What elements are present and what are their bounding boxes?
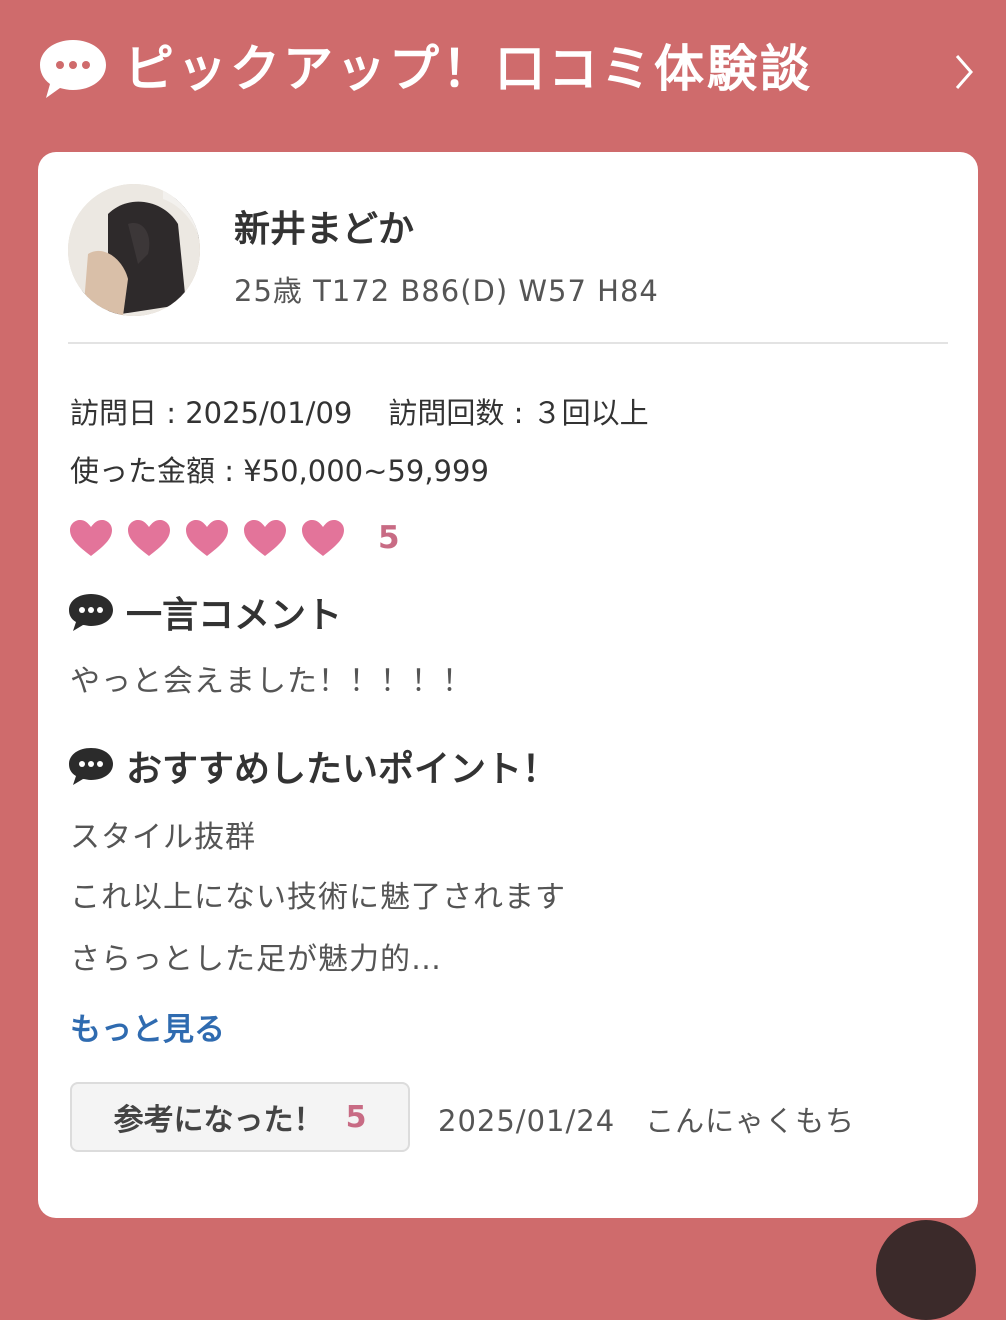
points-line: さらっとした足が魅力的… [70,942,442,977]
helpful-label: 参考になった！ [113,1103,324,1138]
visit-date: 訪問日 : 2025/01/09 [70,396,353,430]
chevron-right-icon[interactable] [952,52,976,92]
review-card[interactable]: 新井まどか 25歳 T172 B86(D) W57 H84 訪問日 : 2025… [38,152,978,1218]
rating: 5 [68,516,400,560]
helpful-button[interactable]: 参考になった！ 5 [70,1082,410,1152]
helpful-count: 5 [345,1099,367,1135]
speech-bubble-icon [69,748,113,785]
heart-icon [128,520,170,556]
profile-name[interactable]: 新井まどか [234,200,414,252]
heart-icon [70,520,112,556]
visit-amount: 使った金額 : ¥50,000~59,999 [70,454,489,488]
comment-title: 一言コメント [126,595,343,636]
avatar[interactable] [68,184,200,316]
review-meta: 2025/01/24 こんにゃくもち [438,1098,855,1140]
section-title: ピックアップ！口コミ体験談 [124,40,813,98]
heart-icon [244,520,286,556]
comment-heading: 一言コメント [68,586,342,638]
visit-count: 訪問回数 : ３回以上 [388,396,649,430]
rating-value: 5 [378,520,400,556]
post-date: 2025/01/24 [438,1104,616,1138]
points-heading: おすすめしたいポイント！ [68,740,558,792]
comment-text: やっと会えました！！！！！ [70,664,473,699]
heart-icon [186,520,228,556]
see-more-link[interactable]: もっと見る [70,1004,225,1049]
points-line: これ以上にない技術に魅了されます [70,880,566,915]
points-title: おすすめしたいポイント！ [126,749,559,790]
speech-bubble-icon [69,594,113,631]
profile-stats: 25歳 T172 B86(D) W57 H84 [234,274,659,308]
floating-button[interactable] [876,1220,976,1320]
visit-info: 訪問日 : 2025/01/09 訪問回数 : ３回以上 [70,390,649,432]
points-line: スタイル抜群 [70,820,256,855]
heart-icon [302,520,344,556]
speech-bubble-icon [40,40,106,98]
divider [68,342,948,344]
author-name[interactable]: こんにゃくもち [645,1104,855,1138]
section-header[interactable]: ピックアップ！口コミ体験談 [0,0,1006,140]
